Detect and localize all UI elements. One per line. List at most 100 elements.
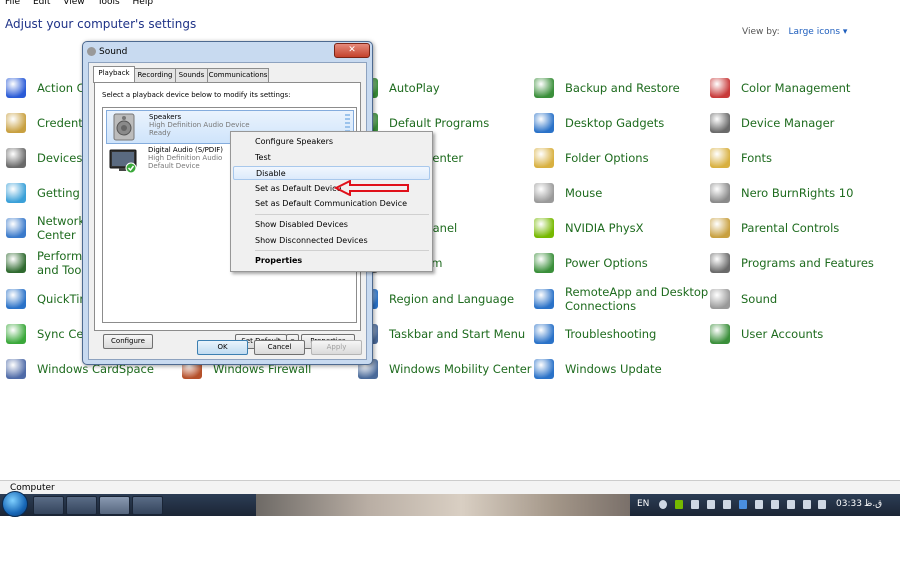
app-taskbar-icon[interactable] <box>132 496 163 515</box>
control-panel-item[interactable]: RemoteApp and Desktop Connections <box>534 284 708 314</box>
nero-icon <box>710 183 730 203</box>
control-panel-item[interactable]: Sync Cen <box>6 319 91 349</box>
control-panel-item[interactable]: Performa and Tools <box>6 248 91 278</box>
control-panel-item[interactable]: NVIDIA PhysX <box>534 213 644 243</box>
system-tray: EN 03:33 ق.ظ <box>632 494 900 516</box>
control-panel-item[interactable]: User Accounts <box>710 319 823 349</box>
tray-icon[interactable] <box>659 500 667 509</box>
network-icon <box>6 218 26 238</box>
clock[interactable]: 03:33 <box>836 499 862 509</box>
folder-icon <box>534 148 554 168</box>
menu-item-configure-speakers[interactable]: Configure Speakers <box>255 135 333 149</box>
control-panel-item[interactable]: Device Manager <box>710 108 834 138</box>
volume-icon[interactable] <box>787 500 795 509</box>
control-panel-item-label: Sound <box>741 292 778 306</box>
tray-icon[interactable] <box>771 500 779 509</box>
control-panel-item-label: AutoPlay <box>389 81 440 95</box>
control-panel-item[interactable]: Mouse <box>534 178 602 208</box>
control-panel-item[interactable]: Backup and Restore <box>534 73 680 103</box>
monitor-icon <box>109 149 137 174</box>
device-status: Default Device <box>148 162 200 170</box>
control-panel-item-label: Taskbar and Start Menu <box>389 327 526 341</box>
close-button[interactable]: ✕ <box>334 43 370 58</box>
control-panel-item[interactable]: Power Options <box>534 248 648 278</box>
language-indicator[interactable]: EN <box>637 499 649 509</box>
menu-edit[interactable]: Edit <box>33 0 50 7</box>
apply-button[interactable]: Apply <box>311 340 362 355</box>
menu-item-set-default-device[interactable]: Set as Default Device <box>255 182 341 196</box>
menu-item-set-default-communication-device[interactable]: Set as Default Communication Device <box>255 197 407 211</box>
battery-icon[interactable] <box>818 500 826 509</box>
control-panel-item[interactable]: Network Center <box>6 213 85 243</box>
tray-icon[interactable] <box>707 500 715 509</box>
menu-item-show-disconnected[interactable]: Show Disconnected Devices <box>255 234 368 248</box>
nvidia-tray-icon[interactable] <box>675 500 683 509</box>
tray-icon[interactable] <box>723 500 731 509</box>
tab-recording[interactable]: Recording <box>134 68 176 83</box>
control-panel-item[interactable]: Programs and Features <box>710 248 874 278</box>
menu-item-disable[interactable]: Disable <box>233 166 430 180</box>
menu-file[interactable]: File <box>5 0 20 7</box>
bluetooth-icon[interactable] <box>739 500 747 509</box>
menu-item-properties[interactable]: Properties <box>255 254 302 268</box>
control-panel-item[interactable]: Nero BurnRights 10 <box>710 178 853 208</box>
control-panel-item[interactable]: Windows Mobility Center <box>358 354 532 384</box>
control-panel-item[interactable]: Folder Options <box>534 143 649 173</box>
menu-item-test[interactable]: Test <box>255 151 271 165</box>
control-panel-item-label: Default Programs <box>389 116 490 130</box>
control-panel-item[interactable]: Desktop Gadgets <box>534 108 664 138</box>
control-panel-item[interactable]: Action Ce <box>6 73 92 103</box>
control-panel-item-label: Power Options <box>565 256 648 270</box>
speaker-icon <box>113 113 135 141</box>
view-by-dropdown[interactable]: Large icons ▾ <box>789 27 848 37</box>
tray-icon[interactable] <box>691 500 699 509</box>
flag-icon[interactable] <box>803 500 811 509</box>
sound-icon <box>710 289 730 309</box>
start-button[interactable] <box>2 491 28 517</box>
tab-sounds[interactable]: Sounds <box>175 68 208 83</box>
menu-view[interactable]: View <box>63 0 84 7</box>
performance-icon <box>6 253 26 273</box>
menu-item-show-disabled[interactable]: Show Disabled Devices <box>255 218 348 232</box>
getting-started-icon <box>6 183 26 203</box>
control-panel-item-label: Device Manager <box>741 116 835 130</box>
control-panel-item[interactable]: Windows Update <box>534 354 662 384</box>
color-management-icon <box>710 78 730 98</box>
control-panel-item[interactable]: Troubleshooting <box>534 319 656 349</box>
menu-separator <box>255 214 429 215</box>
control-panel-item-label: Mouse <box>565 186 603 200</box>
power-icon <box>534 253 554 273</box>
nvidia-icon <box>534 218 554 238</box>
menu-help[interactable]: Help <box>133 0 154 7</box>
control-panel-item[interactable]: QuickTim <box>6 284 91 314</box>
user-accounts-icon <box>710 324 730 344</box>
mouse-icon <box>534 183 554 203</box>
control-panel-item[interactable]: Region and Language <box>358 284 514 314</box>
control-panel-item[interactable]: Devices a <box>6 143 93 173</box>
network-signal-icon[interactable] <box>755 500 763 509</box>
ok-button[interactable]: OK <box>197 340 248 355</box>
firefox-taskbar-icon[interactable] <box>33 496 64 515</box>
device-manager-icon <box>710 113 730 133</box>
remoteapp-icon <box>534 289 554 309</box>
control-panel-item[interactable]: Color Management <box>710 73 850 103</box>
control-panel-item-label: Fonts <box>741 151 773 165</box>
control-panel-item[interactable]: Credentia <box>6 108 93 138</box>
control-panel-item-label: Color Management <box>741 81 851 95</box>
troubleshooting-icon <box>534 324 554 344</box>
configure-button[interactable]: Configure <box>103 334 153 349</box>
cancel-button[interactable]: Cancel <box>254 340 305 355</box>
control-panel-item[interactable]: Sound <box>710 284 777 314</box>
status-bar: Computer <box>0 480 900 495</box>
control-panel-item[interactable]: Parental Controls <box>710 213 839 243</box>
menu-separator <box>255 250 429 251</box>
control-panel-item[interactable]: Getting S <box>6 178 91 208</box>
control-panel-item[interactable]: Fonts <box>710 143 772 173</box>
control-panel-taskbar-icon[interactable] <box>99 496 130 515</box>
explorer-taskbar-icon[interactable] <box>66 496 97 515</box>
taskbar: EN 03:33 ق.ظ <box>0 491 900 517</box>
control-panel-item[interactable]: Taskbar and Start Menu <box>358 319 525 349</box>
menu-tools[interactable]: Tools <box>97 0 119 7</box>
tab-communications[interactable]: Communications <box>207 68 269 83</box>
tab-playback[interactable]: Playback <box>93 66 135 83</box>
